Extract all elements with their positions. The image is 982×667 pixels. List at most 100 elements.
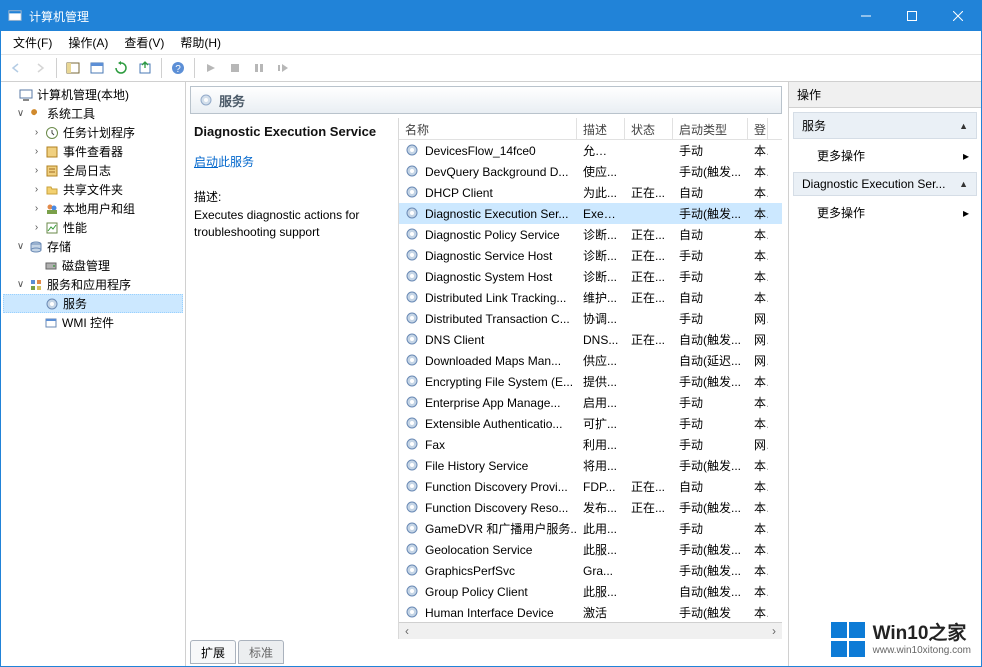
tree-task-scheduler[interactable]: ›任务计划程序 — [3, 123, 183, 142]
collapse-icon[interactable]: ∨ — [13, 279, 28, 290]
tab-standard[interactable]: 标准 — [238, 640, 284, 664]
tree-services[interactable]: 服务 — [3, 294, 183, 313]
start-service-link[interactable]: 启动此服务 — [194, 153, 390, 170]
service-row[interactable]: Distributed Transaction C...协调...手动网 — [399, 308, 782, 329]
tree-wmi[interactable]: WMI 控件 — [3, 313, 183, 332]
services-list[interactable]: 名称 描述 状态 启动类型 登 DevicesFlow_14fce0允许 ...… — [398, 118, 782, 639]
gear-icon — [405, 374, 421, 390]
gear-icon — [405, 143, 421, 159]
collapse-icon[interactable]: ∨ — [13, 108, 28, 119]
cell-logon: 网 — [748, 436, 768, 453]
properties-button[interactable] — [86, 57, 108, 79]
forward-button — [29, 57, 51, 79]
actions-pane: 操作 服务▲ 更多操作▸ Diagnostic Execution Ser...… — [789, 82, 981, 666]
service-row[interactable]: Encrypting File System (E...提供...手动(触发..… — [399, 371, 782, 392]
col-name[interactable]: 名称 — [399, 118, 577, 139]
service-row[interactable]: Group Policy Client此服...自动(触发...本 — [399, 581, 782, 602]
expand-icon[interactable]: › — [29, 127, 44, 138]
stop-service-button — [224, 57, 246, 79]
refresh-button[interactable] — [110, 57, 132, 79]
cell-name: DevQuery Background D... — [399, 164, 577, 180]
service-row[interactable]: Function Discovery Reso...发布...正在...手动(触… — [399, 497, 782, 518]
actions-section-services[interactable]: 服务▲ — [793, 112, 977, 139]
cell-name: Geolocation Service — [399, 542, 577, 558]
expand-icon[interactable]: › — [29, 203, 44, 214]
service-row[interactable]: GraphicsPerfSvcGra...手动(触发...本 — [399, 560, 782, 581]
service-row[interactable]: GameDVR 和广播用户服务...此用...手动本 — [399, 518, 782, 539]
tree-system-tools[interactable]: ∨系统工具 — [3, 104, 183, 123]
expand-icon[interactable]: › — [29, 146, 44, 157]
actions-more-2[interactable]: 更多操作▸ — [793, 200, 977, 225]
collapse-icon[interactable]: ∨ — [13, 241, 28, 252]
expand-icon[interactable]: › — [29, 184, 44, 195]
expand-icon[interactable]: › — [29, 222, 44, 233]
cell-desc: 将用... — [577, 457, 625, 474]
tree-performance[interactable]: ›性能 — [3, 218, 183, 237]
list-header[interactable]: 名称 描述 状态 启动类型 登 — [399, 118, 782, 140]
service-row[interactable]: File History Service将用...手动(触发...本 — [399, 455, 782, 476]
service-row[interactable]: Downloaded Maps Man...供应...自动(延迟...网 — [399, 350, 782, 371]
expand-icon[interactable]: › — [29, 165, 44, 176]
service-row[interactable]: Enterprise App Manage...启用...手动本 — [399, 392, 782, 413]
col-startup[interactable]: 启动类型 — [673, 118, 748, 139]
cell-startup: 手动 — [673, 436, 748, 453]
tree-pane[interactable]: 计算机管理(本地) ∨系统工具 ›任务计划程序 ›事件查看器 ›全局日志 ›共享… — [1, 82, 186, 666]
service-row[interactable]: Function Discovery Provi...FDP...正在...自动… — [399, 476, 782, 497]
service-row[interactable]: Geolocation Service此服...手动(触发...本 — [399, 539, 782, 560]
service-row[interactable]: Diagnostic Execution Ser...Exec...手动(触发.… — [399, 203, 782, 224]
cell-desc: 激活 — [577, 604, 625, 621]
menu-action[interactable]: 操作(A) — [60, 31, 116, 54]
service-row[interactable]: Diagnostic Service Host诊断...正在...手动本 — [399, 245, 782, 266]
tree-services-apps[interactable]: ∨服务和应用程序 — [3, 275, 183, 294]
titlebar[interactable]: 计算机管理 — [1, 1, 981, 31]
horizontal-scrollbar[interactable]: ‹ › — [399, 622, 782, 639]
cell-name: Distributed Transaction C... — [399, 311, 577, 327]
tree-storage[interactable]: ∨存储 — [3, 237, 183, 256]
cell-desc: FDP... — [577, 480, 625, 494]
gear-icon — [405, 458, 421, 474]
service-row[interactable]: Fax利用...手动网 — [399, 434, 782, 455]
service-row[interactable]: Distributed Link Tracking...维护...正在...自动… — [399, 287, 782, 308]
cell-startup: 手动 — [673, 394, 748, 411]
export-button[interactable] — [134, 57, 156, 79]
cell-name: Extensible Authenticatio... — [399, 416, 577, 432]
service-row[interactable]: DevicesFlow_14fce0允许 ...手动本 — [399, 140, 782, 161]
tree-root[interactable]: 计算机管理(本地) — [3, 85, 183, 104]
cell-startup: 手动 — [673, 310, 748, 327]
maximize-button[interactable] — [889, 1, 935, 31]
app-icon — [7, 8, 23, 24]
minimize-button[interactable] — [843, 1, 889, 31]
tree-shared-folders[interactable]: ›共享文件夹 — [3, 180, 183, 199]
col-logon[interactable]: 登 — [748, 118, 768, 139]
service-row[interactable]: DevQuery Background D...使应...手动(触发...本 — [399, 161, 782, 182]
actions-more-1[interactable]: 更多操作▸ — [793, 143, 977, 168]
cell-startup: 自动 — [673, 226, 748, 243]
service-row[interactable]: Human Interface Device激活手动(触发本 — [399, 602, 782, 622]
service-row[interactable]: Diagnostic System Host诊断...正在...手动本 — [399, 266, 782, 287]
cell-desc: 此服... — [577, 583, 625, 600]
service-row[interactable]: Extensible Authenticatio...可扩...手动本 — [399, 413, 782, 434]
col-desc[interactable]: 描述 — [577, 118, 625, 139]
tree-event-viewer[interactable]: ›事件查看器 — [3, 142, 183, 161]
service-row[interactable]: DNS ClientDNS...正在...自动(触发...网 — [399, 329, 782, 350]
tree-disk-management[interactable]: 磁盘管理 — [3, 256, 183, 275]
menu-view[interactable]: 查看(V) — [116, 31, 172, 54]
toolbar: ? — [1, 55, 981, 82]
menu-help[interactable]: 帮助(H) — [172, 31, 229, 54]
actions-section-selected[interactable]: Diagnostic Execution Ser...▲ — [793, 172, 977, 196]
col-status[interactable]: 状态 — [625, 118, 673, 139]
tree-global-log[interactable]: ›全局日志 — [3, 161, 183, 180]
menu-file[interactable]: 文件(F) — [5, 31, 60, 54]
help-button[interactable]: ? — [167, 57, 189, 79]
tree-local-users[interactable]: ›本地用户和组 — [3, 199, 183, 218]
show-hide-tree-button[interactable] — [62, 57, 84, 79]
window-title: 计算机管理 — [29, 8, 843, 25]
cell-logon: 网 — [748, 331, 768, 348]
cell-startup: 手动(触发 — [673, 604, 748, 621]
service-row[interactable]: Diagnostic Policy Service诊断...正在...自动本 — [399, 224, 782, 245]
close-button[interactable] — [935, 1, 981, 31]
service-row[interactable]: DHCP Client为此...正在...自动本 — [399, 182, 782, 203]
tab-extended[interactable]: 扩展 — [190, 640, 236, 664]
start-service-button[interactable] — [200, 57, 222, 79]
cell-desc: Gra... — [577, 564, 625, 578]
